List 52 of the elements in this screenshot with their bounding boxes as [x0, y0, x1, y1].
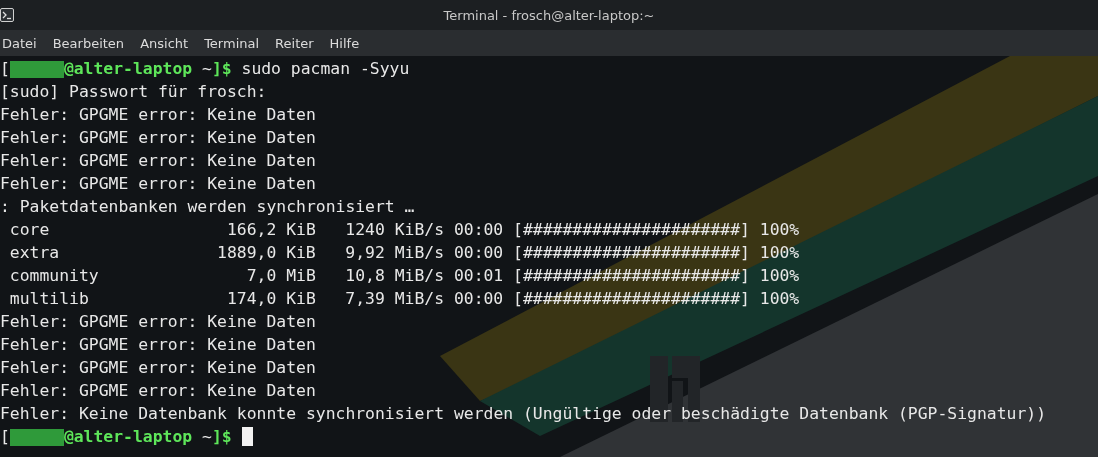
- download-speed: 9,92 MiB/s: [345, 243, 445, 262]
- repository-name: community: [9, 266, 99, 285]
- elapsed-time: 00:00: [453, 289, 504, 308]
- prompt-symbol: ]$: [211, 426, 232, 448]
- download-size: 7,0 MiB: [246, 266, 316, 285]
- progress-bar-text: [######################]: [513, 220, 750, 239]
- terminal-output-line: Fehler: GPGME error: Keine Daten: [0, 127, 316, 149]
- menu-item[interactable]: Terminal: [202, 35, 268, 51]
- progress-percent: 100%: [759, 243, 800, 262]
- prompt-directory: ~: [202, 58, 212, 80]
- menu-item[interactable]: Reiter: [273, 35, 322, 51]
- menu-item[interactable]: Bearbeiten: [50, 35, 133, 51]
- elapsed-time: 00:00: [453, 220, 504, 239]
- terminal-output-line: Fehler: GPGME error: Keine Daten: [0, 380, 316, 402]
- terminal-output-line: Fehler: GPGME error: Keine Daten: [0, 334, 316, 356]
- terminal-output-line: Fehler: Keine Datenbank konnte synchronisiert werden (Ungültige oder beschädigte Datenbank (PGP-Signatur)): [0, 403, 1046, 425]
- terminal-output-line: Fehler: GPGME error: Keine Daten: [0, 357, 316, 379]
- terminal-output-line: Fehler: GPGME error: Keine Daten: [0, 311, 316, 333]
- window-title: Terminal - frosch@alter-laptop:~: [443, 7, 655, 23]
- menu-item[interactable]: Datei: [0, 35, 45, 51]
- repository-name: core: [9, 220, 50, 239]
- download-size: 174,0 KiB: [226, 289, 316, 308]
- prompt-directory: ~: [202, 426, 212, 448]
- prompt-symbol: ]$: [211, 58, 232, 80]
- repository-name: multilib: [9, 289, 89, 308]
- prompt-bracket: [: [0, 426, 10, 448]
- progress-percent: 100%: [759, 220, 800, 239]
- terminal-output-line: Fehler: GPGME error: Keine Daten: [0, 104, 316, 126]
- prompt-bracket: [: [0, 58, 10, 80]
- prompt-host: @alter-laptop: [63, 58, 193, 80]
- progress-percent: 100%: [759, 266, 800, 285]
- terminal-icon: [0, 8, 14, 22]
- terminal-output-line: Fehler: GPGME error: Keine Daten: [0, 173, 316, 195]
- elapsed-time: 00:01: [453, 266, 504, 285]
- terminal-output-line: : Paketdatenbanken werden synchronisiert …: [0, 196, 415, 218]
- progress-bar-text: [######################]: [513, 243, 750, 262]
- download-speed: 1240 KiB/s: [345, 220, 445, 239]
- terminal-output-line: Fehler: GPGME error: Keine Daten: [0, 150, 316, 172]
- download-speed: 10,8 MiB/s: [345, 266, 445, 285]
- download-size: 1889,0 KiB: [217, 243, 316, 262]
- menu-item[interactable]: Hilfe: [327, 35, 368, 51]
- progress-percent: 100%: [759, 289, 800, 308]
- progress-bar-text: [######################]: [513, 266, 750, 285]
- terminal-output-line: [sudo] Passwort für frosch:: [0, 81, 267, 103]
- download-speed: 7,39 MiB/s: [345, 289, 445, 308]
- elapsed-time: 00:00: [453, 243, 504, 262]
- command-text: sudo pacman -Syyu: [241, 58, 410, 80]
- repository-name: extra: [9, 243, 60, 262]
- menu-item[interactable]: Ansicht: [138, 35, 197, 51]
- prompt-host: @alter-laptop: [63, 426, 193, 448]
- download-size: 166,2 KiB: [226, 220, 316, 239]
- progress-bar-text: [######################]: [513, 289, 750, 308]
